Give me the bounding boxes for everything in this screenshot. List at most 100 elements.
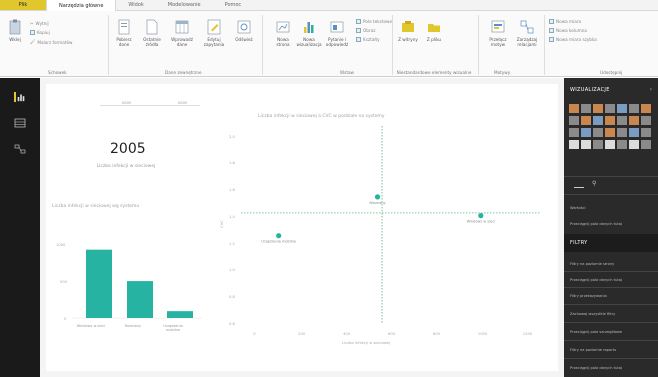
values-drop-well[interactable]: Przeciągnij pola danych tutaj	[570, 222, 622, 226]
paste-button[interactable]: Wklej	[8, 19, 22, 42]
shapes-button[interactable]: Kształty	[356, 37, 380, 42]
tab-modeling[interactable]: Modelowanie	[156, 0, 213, 10]
scatter-y-tick: 1.4	[229, 214, 235, 219]
filter-item[interactable]: Filtry na poziomie strony	[570, 262, 614, 266]
textbox-button[interactable]: Pole tekstowe	[356, 19, 392, 24]
visual-type-icon[interactable]	[593, 104, 603, 113]
visual-type-icon[interactable]	[641, 116, 651, 125]
visual-type-icon[interactable]	[605, 116, 615, 125]
bar-chart-title: Liczba infekcji w sieciowej wg systemu	[52, 204, 140, 209]
visual-type-icon[interactable]	[617, 104, 627, 113]
new-page-button[interactable]: Nowa strona	[272, 19, 294, 47]
filter-item[interactable]: Przeciągnij pola danych tutaj	[570, 278, 622, 282]
visual-type-icon[interactable]	[569, 104, 579, 113]
cut-button[interactable]: ✂ Wytnij	[30, 21, 49, 26]
bar-chart[interactable]	[72, 232, 202, 320]
filter-item[interactable]: Przeciągnij pola szczegółowe	[570, 330, 622, 334]
power-bi-window: Plik Narzędzia główne Widok Modelowanie …	[0, 0, 658, 377]
visual-type-icon[interactable]	[629, 116, 639, 125]
insert-group-label: Wstaw	[340, 70, 354, 75]
recent-sources-label: Ostatnie źródła	[143, 37, 161, 47]
qa-button[interactable]: Pytanie i odpowiedź	[324, 19, 350, 47]
slicer-track[interactable]	[100, 105, 200, 106]
visual-type-icon[interactable]	[581, 140, 591, 149]
visual-type-icon[interactable]	[569, 116, 579, 125]
scatter-x-tick: 400	[343, 332, 351, 336]
visual-type-icon[interactable]	[569, 140, 579, 149]
textbox-icon	[356, 19, 361, 24]
copy-button[interactable]: Kopiuj	[30, 30, 50, 35]
manage-relationships-button[interactable]: Zarządzaj relacjami	[514, 19, 540, 47]
filter-item[interactable]: Przeciągnij pola danych tutaj	[570, 366, 622, 370]
scatter-chart[interactable]: Nieznany Windows w sieci Urządzenia mobiln…	[241, 126, 541, 330]
visual-type-icon[interactable]	[641, 140, 651, 149]
recent-sources-button[interactable]: Ostatnie źródła	[140, 19, 164, 47]
image-icon	[356, 28, 361, 33]
pane-divider	[564, 304, 658, 305]
visual-type-icon[interactable]	[581, 104, 591, 113]
tab-file[interactable]: Plik	[0, 0, 46, 10]
visual-type-icon[interactable]	[629, 128, 639, 137]
visual-type-icon[interactable]	[617, 140, 627, 149]
themes-group-label: Motywy	[494, 70, 511, 75]
visual-type-icon[interactable]	[569, 128, 579, 137]
visual-type-icon[interactable]	[605, 104, 615, 113]
column-icon	[549, 28, 554, 33]
pane-divider	[564, 287, 658, 288]
quick-measure-label: Nowa miara szybka	[556, 37, 597, 42]
tab-view[interactable]: Widok	[116, 0, 155, 10]
scatter-x-tick: 200	[298, 332, 306, 336]
scatter-point-label: Windows w sieci	[467, 220, 496, 224]
scatter-point[interactable]	[374, 194, 381, 200]
shapes-label: Kształty	[363, 37, 380, 42]
enter-data-label: Wprowadź dane	[171, 37, 193, 47]
visual-type-icon[interactable]	[593, 140, 603, 149]
visual-type-icon[interactable]	[593, 116, 603, 125]
from-store-button[interactable]: Z witryny	[398, 19, 418, 42]
visual-type-icon[interactable]	[629, 104, 639, 113]
new-visual-button[interactable]: Nowa wizualizacja	[296, 19, 322, 47]
data-view-icon[interactable]	[14, 118, 26, 128]
card-value: 2005	[110, 141, 146, 157]
refresh-icon	[237, 20, 251, 34]
filter-item[interactable]: Zachowaj wszystkie filtry	[570, 312, 615, 316]
visual-type-icon[interactable]	[629, 140, 639, 149]
visual-type-icon[interactable]	[641, 104, 651, 113]
qa-icon	[330, 21, 344, 33]
bar[interactable]	[167, 311, 193, 318]
bar[interactable]	[127, 281, 153, 318]
format-painter-button[interactable]: 🖌 Malarz formatów	[30, 39, 72, 45]
new-column-button[interactable]: Nowa kolumna	[549, 28, 587, 33]
quick-measure-button[interactable]: Nowa miara szybka	[549, 37, 597, 42]
get-data-button[interactable]: Pobierz dane	[114, 19, 134, 47]
image-button[interactable]: Obraz	[356, 28, 375, 33]
visual-type-icon[interactable]	[581, 128, 591, 137]
pane-collapse-icon[interactable]: ›	[650, 86, 652, 93]
visual-type-icon[interactable]	[641, 128, 651, 137]
visual-type-icon[interactable]	[581, 116, 591, 125]
scatter-point[interactable]	[276, 233, 282, 239]
visual-type-icon[interactable]	[617, 128, 627, 137]
model-view-icon[interactable]	[14, 144, 26, 154]
visual-type-icon[interactable]	[605, 128, 615, 137]
from-file-button[interactable]: Z pliku	[424, 19, 444, 42]
visual-type-icon[interactable]	[617, 116, 627, 125]
bar[interactable]	[86, 249, 112, 318]
filter-item[interactable]: Filtry na poziomie raportu	[570, 348, 616, 352]
edit-queries-button[interactable]: Edytuj zapytania	[200, 19, 228, 47]
filter-item[interactable]: Filtry przekazywania	[570, 294, 607, 298]
format-brush-icon[interactable]: ⚲	[592, 180, 596, 187]
pane-divider	[564, 322, 658, 323]
visual-type-icon[interactable]	[593, 128, 603, 137]
scatter-y-tick: 1.0	[229, 268, 235, 273]
enter-data-button[interactable]: Wprowadź dane	[170, 19, 194, 47]
scatter-point[interactable]	[478, 213, 484, 219]
visual-type-icon[interactable]	[605, 140, 615, 149]
fields-tab-icon[interactable]	[574, 182, 584, 188]
bar-y-tick: 500	[60, 280, 68, 284]
refresh-button[interactable]: Odśwież	[234, 19, 254, 42]
switch-theme-button[interactable]: Przełącz motyw	[486, 19, 510, 47]
tab-help[interactable]: Pomoc	[213, 0, 254, 10]
report-view-icon[interactable]	[14, 92, 26, 102]
new-measure-button[interactable]: Nowa miara	[549, 19, 581, 24]
